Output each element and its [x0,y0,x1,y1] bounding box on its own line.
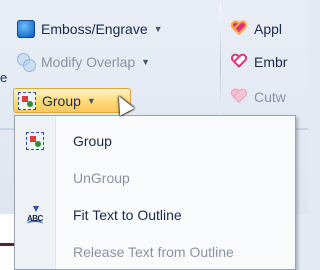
clipped-label: e [0,69,8,85]
menu-item-label: Release Text from Outline [73,244,234,260]
ribbon-group-separator [220,4,221,129]
emboss-engrave-label: Emboss/Engrave [41,21,148,37]
cutwork-label: Cutw [254,89,286,105]
fit-text-icon: ABC [25,206,45,224]
heart-cutwork-icon [230,89,248,105]
menu-item-label: UnGroup [73,170,130,186]
dropdown-arrow-icon: ▼ [86,95,96,106]
dropdown-arrow-icon: ▼ [153,24,163,34]
menu-item-group[interactable]: Group [17,126,293,156]
apply-button[interactable]: Appl [230,18,282,40]
overlap-icon [17,53,36,72]
cutwork-button[interactable]: Cutw [230,86,286,108]
apply-label: Appl [254,21,283,37]
menu-item-fit-text-to-outline[interactable]: ABC Fit Text to Outline [17,200,293,230]
menu-item-label: Group [73,133,112,149]
emboss-icon [17,20,35,38]
group-icon [18,91,36,110]
group-icon [26,132,44,150]
embroider-label: Embr [254,54,288,70]
modify-overlap-button[interactable]: Modify Overlap ▼ [17,51,150,73]
dropdown-arrow-icon: ▼ [141,57,151,67]
group-dropdown-menu: Group UnGroup ABC Fit Text to Outline Re… [14,115,296,270]
menu-item-label: Fit Text to Outline [73,207,182,223]
heart-embroider-icon [230,54,248,70]
emboss-engrave-button[interactable]: Emboss/Engrave ▼ [17,18,163,40]
menu-item-ungroup[interactable]: UnGroup [17,163,293,193]
heart-apply-icon [230,21,248,37]
embroider-button[interactable]: Embr [230,51,287,73]
modify-overlap-label: Modify Overlap [41,54,136,70]
menu-item-release-text-from-outline[interactable]: Release Text from Outline [17,237,293,267]
workspace-area [0,214,14,270]
group-ribbon-label: Group [42,92,81,109]
workspace-edge [0,243,14,246]
